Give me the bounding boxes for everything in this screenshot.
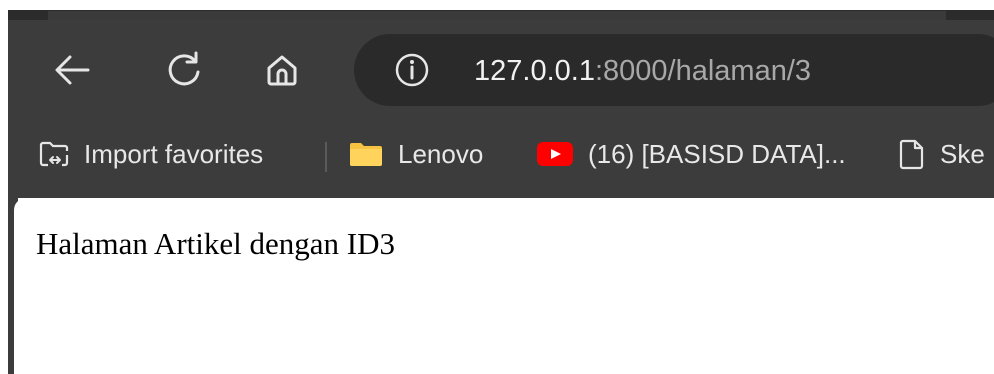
toolbar: 127.0.0.1:8000/halaman/3 [8, 20, 994, 120]
bookmark-label: Ske [940, 138, 985, 169]
page-heading-text: Halaman Artikel dengan ID3 [36, 226, 395, 261]
browser-chrome: 127.0.0.1:8000/halaman/3 Import favorite… [8, 20, 994, 198]
bookmark-ske[interactable]: Ske [898, 132, 985, 176]
address-bar[interactable]: 127.0.0.1:8000/halaman/3 [354, 34, 994, 106]
bookmarks-divider [325, 142, 327, 172]
back-button[interactable] [48, 46, 96, 94]
reload-icon [168, 51, 200, 86]
page-content: Halaman Artikel dengan ID3 [14, 198, 994, 374]
import-favorites-icon [38, 139, 70, 169]
site-info-button[interactable] [394, 52, 430, 88]
bookmark-lenovo[interactable]: Lenovo [348, 132, 483, 176]
browser-window: 127.0.0.1:8000/halaman/3 Import favorite… [0, 0, 994, 374]
url-text[interactable]: 127.0.0.1:8000/halaman/3 [474, 54, 811, 88]
home-button[interactable] [258, 46, 306, 94]
bookmark-youtube[interactable]: (16) [BASISD DATA]... [536, 132, 846, 176]
document-icon [898, 138, 926, 170]
url-port-path: :8000/halaman/3 [594, 55, 812, 87]
arrow-left-icon [55, 55, 90, 85]
youtube-icon [536, 140, 574, 168]
bookmark-label: Import favorites [84, 138, 264, 169]
active-tab-edge [48, 11, 946, 20]
bookmark-label: (16) [BASISD DATA]... [588, 138, 846, 169]
bookmark-import-favorites[interactable]: Import favorites [38, 132, 263, 176]
reload-button[interactable] [160, 46, 208, 94]
home-icon [267, 55, 297, 86]
bookmark-label: Lenovo [398, 138, 484, 169]
url-host: 127.0.0.1 [474, 55, 595, 87]
info-icon [395, 53, 429, 87]
folder-icon [348, 139, 384, 169]
bookmarks-bar: Import favorites Lenovo (16) [BASISD DAT… [8, 120, 994, 192]
